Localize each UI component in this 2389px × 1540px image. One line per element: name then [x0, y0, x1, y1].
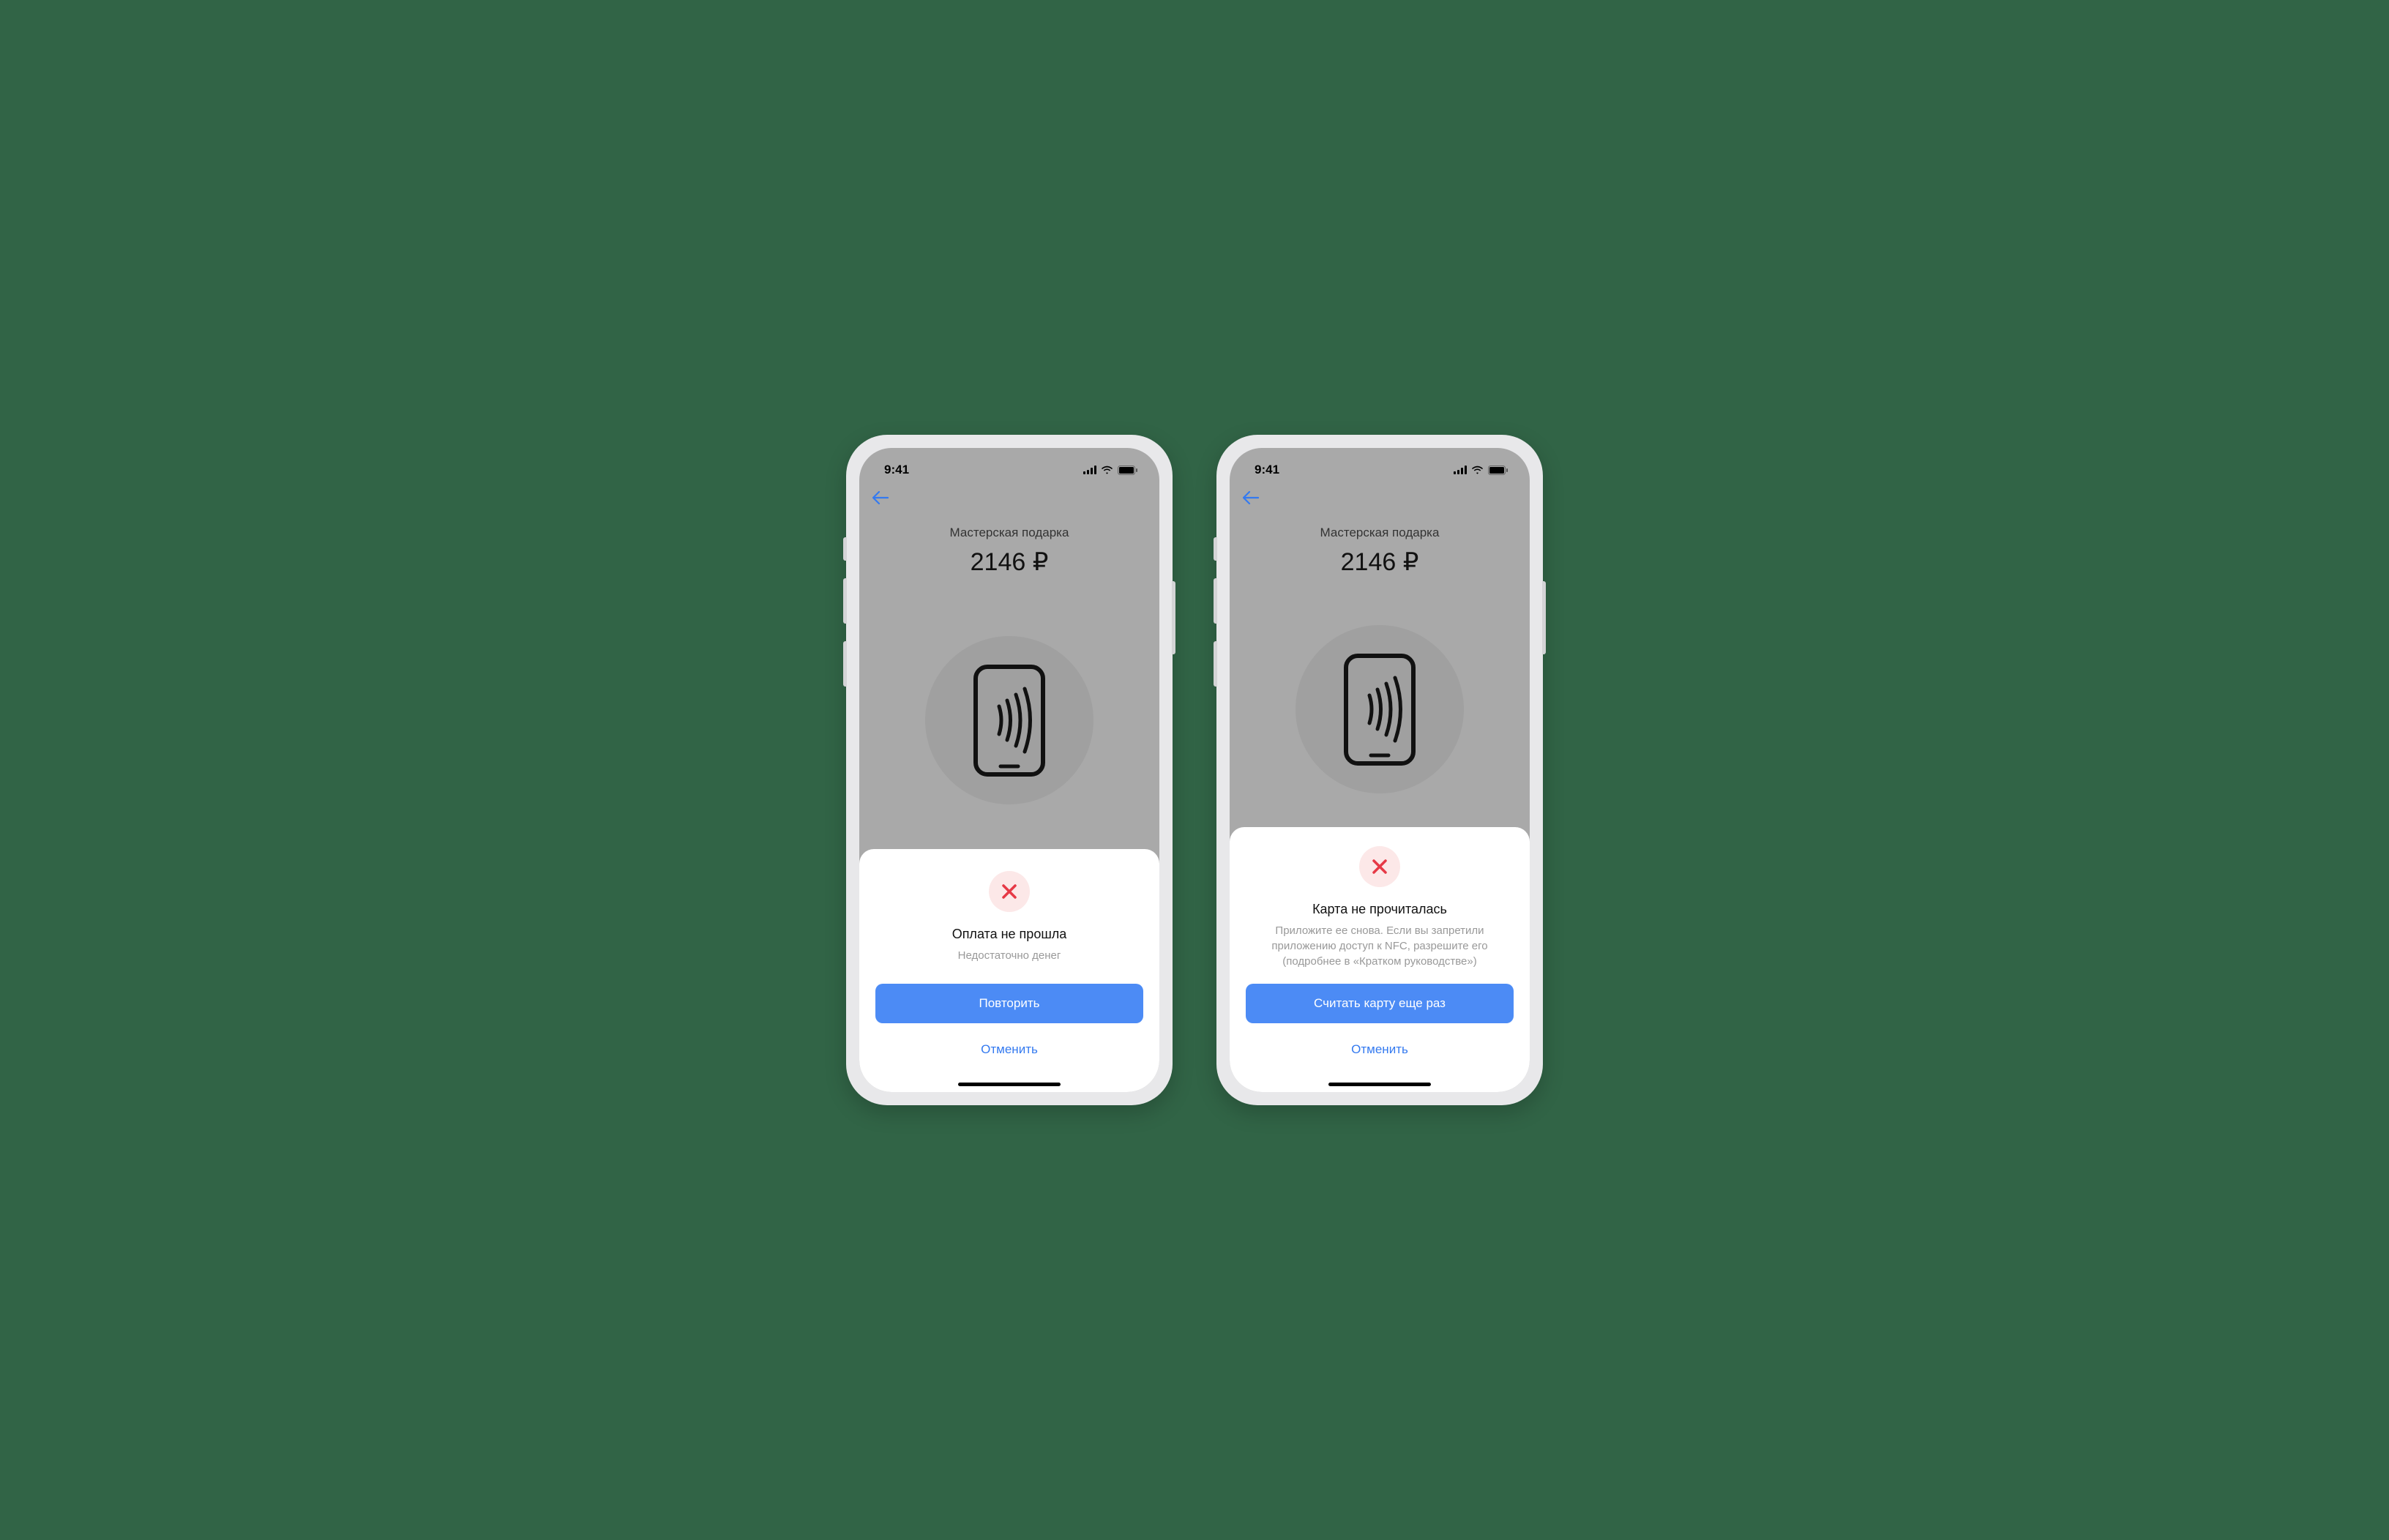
home-indicator[interactable]: [958, 1083, 1061, 1086]
wifi-icon: [1101, 466, 1113, 474]
cancel-button[interactable]: Отменить: [1246, 1036, 1514, 1063]
cancel-button[interactable]: Отменить: [875, 1036, 1143, 1063]
retry-button[interactable]: Считать карту еще раз: [1246, 984, 1514, 1023]
payment-amount: 2146 ₽: [859, 547, 1159, 577]
phone-side-buttons: [1214, 537, 1217, 704]
screen: 9:41 Мастерская подарка 2146 ₽: [859, 448, 1159, 1092]
phone-side-buttons: [843, 537, 847, 704]
merchant-name: Мастерская подарка: [859, 526, 1159, 540]
error-title: Оплата не прошла: [875, 927, 1143, 942]
screen: 9:41 Мастерская подарка 2146 ₽: [1230, 448, 1530, 1092]
retry-button[interactable]: Повторить: [875, 984, 1143, 1023]
phone-power-button: [1172, 581, 1175, 654]
back-arrow-icon[interactable]: [1243, 489, 1259, 509]
nav-bar: [1230, 485, 1530, 514]
nfc-area: [1230, 577, 1530, 827]
nfc-area: [859, 577, 1159, 849]
status-icons: [1083, 466, 1137, 475]
nav-bar: [859, 485, 1159, 514]
payment-amount: 2146 ₽: [1230, 547, 1530, 577]
home-indicator[interactable]: [1328, 1083, 1431, 1086]
status-time: 9:41: [1255, 463, 1279, 477]
error-subtitle: Приложите ее снова. Если вы запретили пр…: [1246, 923, 1514, 969]
error-icon: [1359, 846, 1400, 887]
phone-mockup-right: 9:41 Мастерская подарка 2146 ₽: [1216, 435, 1543, 1105]
status-bar: 9:41: [859, 448, 1159, 485]
phone-mockup-left: 9:41 Мастерская подарка 2146 ₽: [846, 435, 1173, 1105]
battery-icon: [1118, 466, 1137, 475]
cellular-icon: [1083, 466, 1096, 474]
status-time: 9:41: [884, 463, 909, 477]
error-title: Карта не прочиталась: [1246, 902, 1514, 917]
phone-power-button: [1542, 581, 1546, 654]
error-bottom-sheet: Оплата не прошла Недостаточно денег Повт…: [859, 849, 1159, 1092]
error-subtitle: Недостаточно денег: [875, 948, 1143, 963]
merchant-info: Мастерская подарка 2146 ₽: [1230, 514, 1530, 577]
nfc-circle: [1296, 625, 1464, 793]
error-icon: [989, 871, 1030, 912]
merchant-name: Мастерская подарка: [1230, 526, 1530, 540]
battery-icon: [1488, 466, 1508, 475]
wifi-icon: [1471, 466, 1484, 474]
merchant-info: Мастерская подарка 2146 ₽: [859, 514, 1159, 577]
nfc-phone-icon: [1343, 653, 1416, 766]
status-icons: [1454, 466, 1508, 475]
error-bottom-sheet: Карта не прочиталась Приложите ее снова.…: [1230, 827, 1530, 1092]
status-bar: 9:41: [1230, 448, 1530, 485]
nfc-circle: [925, 636, 1093, 804]
back-arrow-icon[interactable]: [872, 489, 889, 509]
nfc-phone-icon: [973, 664, 1046, 777]
cellular-icon: [1454, 466, 1467, 474]
